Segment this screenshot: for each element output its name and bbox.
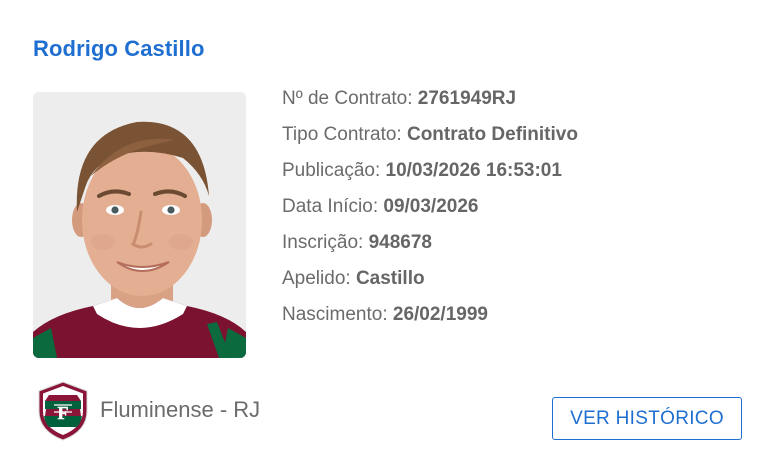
player-photo (33, 92, 246, 358)
detail-value: 26/02/1999 (392, 304, 488, 325)
publication-row: Publicação: 10/03/2026 16:53:01 (282, 160, 578, 196)
detail-label: Nº de Contrato: (282, 88, 418, 109)
club-name: Fluminense - RJ (100, 397, 261, 422)
start-date-row: Data Início: 09/03/2026 (282, 196, 578, 232)
registration-row: Inscrição: 948678 (282, 232, 578, 268)
contract-number-row: Nº de Contrato: 2761949RJ (282, 88, 578, 124)
detail-value: 948678 (368, 232, 432, 253)
detail-label: Nascimento: (282, 304, 393, 325)
detail-label: Tipo Contrato: (282, 124, 407, 145)
detail-value: 2761949RJ (417, 88, 517, 109)
svg-text:F: F (58, 403, 69, 423)
contract-details: Nº de Contrato: 2761949RJ Tipo Contrato:… (282, 88, 578, 340)
detail-value: Castillo (355, 268, 425, 289)
fluminense-crest-icon: F (37, 381, 89, 441)
player-name[interactable]: Rodrigo Castillo (33, 36, 205, 62)
detail-label: Publicação: (282, 160, 386, 181)
detail-label: Apelido: (282, 268, 356, 289)
contract-type-row: Tipo Contrato: Contrato Definitivo (282, 124, 578, 160)
detail-value: 09/03/2026 (383, 196, 479, 217)
detail-label: Data Início: (282, 196, 384, 217)
detail-value: 10/03/2026 16:53:01 (385, 160, 562, 181)
detail-value: Contrato Definitivo (406, 124, 578, 145)
nickname-row: Apelido: Castillo (282, 268, 578, 304)
detail-label: Inscrição: (282, 232, 369, 253)
birth-date-row: Nascimento: 26/02/1999 (282, 304, 578, 340)
view-history-button[interactable]: VER HISTÓRICO (552, 397, 742, 440)
